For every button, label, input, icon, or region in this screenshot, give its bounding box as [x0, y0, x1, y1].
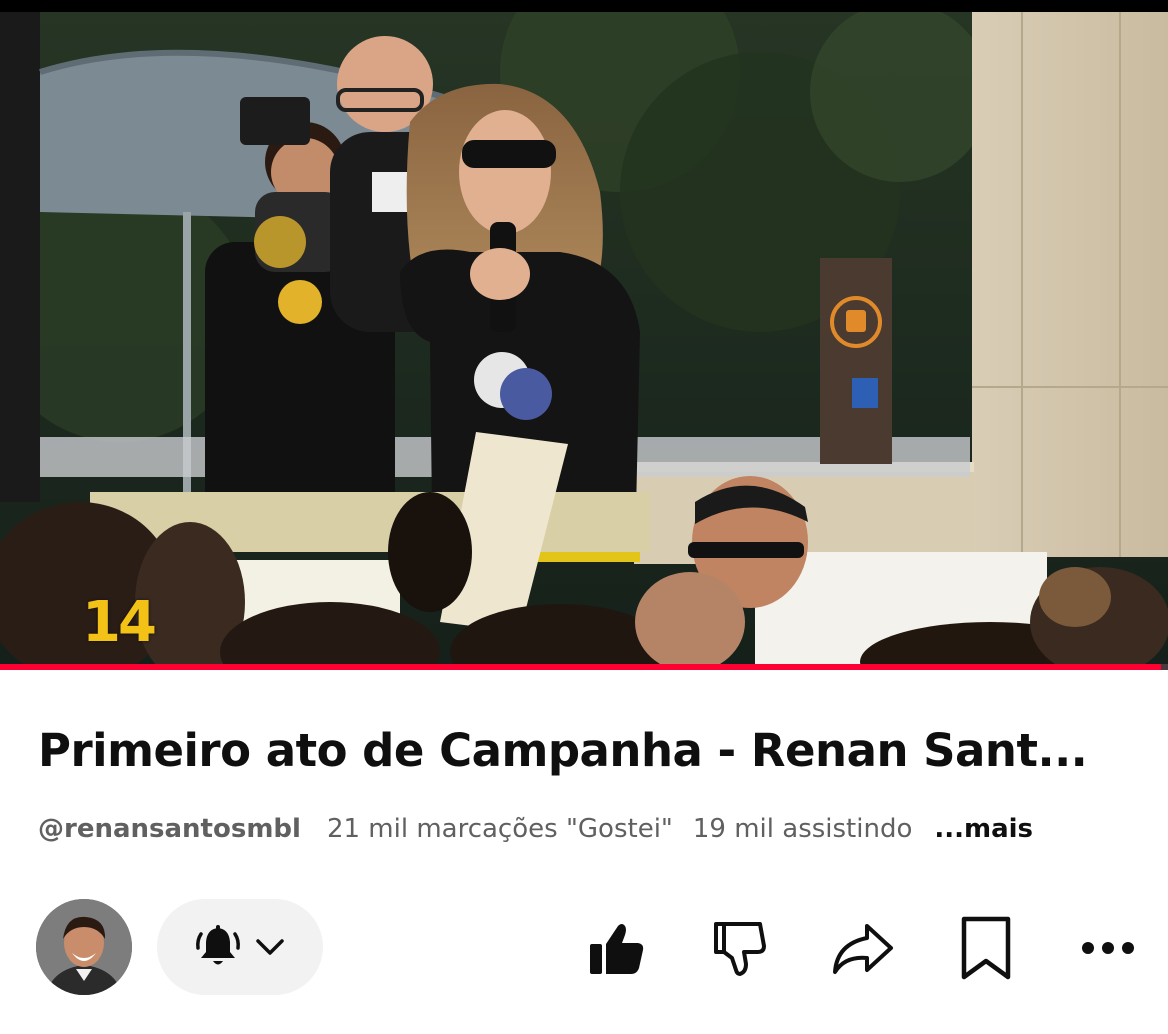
- bookmark-icon: [961, 916, 1011, 980]
- save-button[interactable]: [950, 912, 1022, 984]
- likes-count: 21 mil marcações "Gostei": [326, 814, 673, 844]
- channel-avatar[interactable]: [36, 899, 132, 995]
- share-arrow-icon: [833, 924, 893, 974]
- like-button[interactable]: [580, 912, 652, 984]
- more-actions-button[interactable]: [1072, 912, 1144, 984]
- video-frame: [0, 12, 1168, 668]
- channel-handle[interactable]: @renansantosmbl: [38, 814, 301, 844]
- viewers-count: 19 mil assistindo: [692, 814, 913, 844]
- video-player[interactable]: 14: [0, 12, 1168, 668]
- chevron-down-icon: [256, 939, 284, 955]
- avatar-image: [36, 899, 132, 995]
- more-description-link[interactable]: ...mais: [934, 814, 1033, 844]
- bell-ringing-icon: [196, 925, 240, 965]
- more-horizontal-icon: [1082, 942, 1134, 954]
- share-button[interactable]: [826, 912, 898, 984]
- status-strip: [0, 0, 1168, 12]
- video-metadata[interactable]: @renansantosmbl 21 mil marcações "Gostei…: [38, 812, 1033, 846]
- notification-bell-button[interactable]: [157, 899, 323, 995]
- channel-watermark: 14: [82, 590, 157, 655]
- thumbs-down-icon: [714, 922, 766, 976]
- dislike-button[interactable]: [704, 912, 776, 984]
- video-title[interactable]: Primeiro ato de Campanha - Renan Sant...: [38, 724, 1118, 777]
- thumbs-up-filled-icon: [590, 924, 644, 974]
